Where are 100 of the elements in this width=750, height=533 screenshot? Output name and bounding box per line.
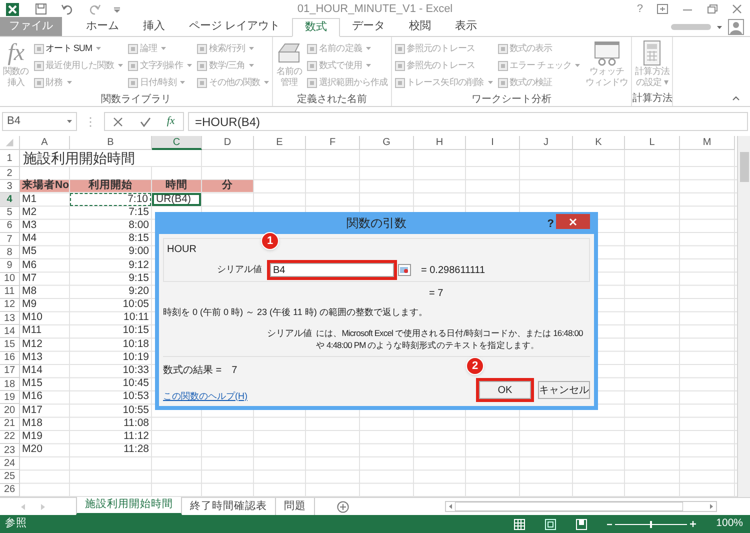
command-icon [34, 60, 44, 70]
zoom-in-icon[interactable] [690, 521, 696, 527]
table-cell-text: M8 [21, 286, 38, 298]
page-break-icon[interactable] [576, 518, 588, 530]
collapse-ribbon-icon[interactable] [732, 95, 740, 101]
insert-function-button[interactable]: fx [166, 113, 175, 130]
column-header[interactable]: J [520, 136, 573, 150]
table-cell-text: 11:28 [122, 444, 150, 456]
function-result: = 7 [429, 287, 444, 301]
caret-icon[interactable] [717, 26, 722, 28]
row-header[interactable]: 12 [0, 298, 20, 312]
zoom-out-icon[interactable] [607, 522, 612, 526]
save-icon[interactable] [35, 3, 47, 15]
column-header[interactable]: H [414, 136, 466, 150]
table-cell-text: M14 [21, 364, 44, 377]
name-box[interactable]: B4 [2, 112, 77, 131]
ribbon-tab[interactable]: ホーム [74, 17, 131, 36]
ribbon-tab[interactable]: データ [340, 17, 398, 36]
column-header[interactable]: C [152, 136, 202, 150]
column-header[interactable]: G [360, 136, 414, 150]
ribbon-tab[interactable]: ページ レイアウト [177, 17, 292, 36]
check-icon[interactable] [140, 116, 151, 126]
ribbon-command[interactable]: オート SUM [34, 40, 124, 57]
row-header[interactable]: 13 [0, 312, 20, 326]
table-cell-text: M7 [21, 272, 38, 285]
vertical-scrollbar[interactable] [737, 136, 750, 497]
row-header[interactable]: 14 [0, 325, 20, 338]
restore-icon[interactable] [707, 4, 718, 14]
column-header[interactable]: D [202, 136, 254, 150]
ribbon-tab[interactable]: 数式 [292, 18, 340, 37]
scroll-left-icon[interactable] [448, 503, 453, 510]
zoom-level: 100% [716, 516, 743, 532]
row-header[interactable]: 25 [0, 470, 20, 484]
page-layout-icon[interactable] [545, 518, 556, 530]
row-header[interactable]: 10 [0, 272, 20, 286]
table-cell-text: M13 [21, 352, 44, 364]
ribbon-tab[interactable]: 挿入 [131, 17, 177, 36]
row-header[interactable]: 18 [0, 378, 20, 392]
row-header[interactable]: 2 [0, 167, 20, 180]
resize-handle-icon[interactable] [89, 116, 92, 128]
row-header[interactable]: 24 [0, 457, 20, 470]
undo-icon[interactable] [61, 3, 73, 15]
table-cell: UR(B4) [152, 193, 201, 206]
row-header[interactable]: 15 [0, 338, 20, 352]
row-header[interactable]: 7 [0, 232, 20, 246]
column-header[interactable]: I [466, 136, 520, 150]
help-button[interactable]: ? [547, 216, 554, 232]
horizontal-scrollbar[interactable] [445, 501, 717, 512]
table-cell-text: 9:20 [128, 286, 150, 298]
sheet-title: 施設利用開始時間 [23, 148, 135, 168]
row-header[interactable]: 19 [0, 391, 20, 404]
ribbon-options-icon[interactable] [657, 4, 668, 14]
scroll-thumb-icon[interactable] [740, 152, 748, 182]
table-cell-text: M4 [21, 232, 38, 246]
table-cell-text: M1 [21, 193, 38, 206]
slider-thumb[interactable] [650, 520, 652, 528]
row-header[interactable]: 4 [0, 193, 20, 207]
field-label: シリアル値 [216, 263, 263, 276]
caret-icon[interactable] [67, 120, 72, 123]
scroll-thumb-icon[interactable] [455, 502, 683, 511]
row-header[interactable]: 26 [0, 484, 20, 497]
row-header[interactable]: 9 [0, 259, 20, 272]
column-header[interactable]: K [573, 136, 625, 150]
close-button[interactable] [556, 214, 590, 229]
customize-caret-icon[interactable] [113, 5, 121, 13]
table-cell-text: M20 [21, 444, 44, 456]
dialog-button[interactable]: OK [479, 381, 531, 399]
collapse-dialog-icon[interactable] [398, 264, 411, 276]
row-header[interactable]: 23 [0, 444, 20, 458]
row-header[interactable]: 8 [0, 246, 20, 260]
column-header[interactable]: L [625, 136, 680, 150]
column-header[interactable]: E [254, 136, 306, 150]
formula-field[interactable]: =HOUR(B4) [188, 112, 748, 131]
cancel-icon[interactable] [113, 116, 124, 126]
table-cell-text: M19 [21, 430, 44, 443]
help-button[interactable]: ? [636, 0, 643, 18]
input-field[interactable]: B4 [270, 263, 394, 277]
column-header[interactable]: F [306, 136, 360, 150]
row-header[interactable]: 5 [0, 206, 20, 220]
row-header[interactable]: 20 [0, 404, 20, 418]
normal-view-icon[interactable] [514, 518, 526, 530]
row-header[interactable]: 21 [0, 418, 20, 431]
table-cell-text: 9:12 [128, 259, 150, 272]
row-header[interactable]: 11 [0, 286, 20, 299]
avatar-icon[interactable] [728, 19, 744, 35]
row-header[interactable]: 16 [0, 352, 20, 365]
help-link[interactable]: この関数のヘルプ(H) [163, 390, 248, 403]
row-header[interactable]: 6 [0, 220, 20, 233]
dialog-button[interactable]: キャンセル [538, 381, 590, 399]
sheet-tab[interactable]: 施設利用開始時間 [76, 497, 182, 515]
row-header[interactable]: 17 [0, 364, 20, 378]
column-header[interactable]: M [680, 136, 735, 150]
scroll-right-icon[interactable] [709, 503, 714, 510]
ribbon-tab[interactable]: 校閲 [397, 17, 444, 36]
caret-icon [249, 64, 254, 67]
ribbon-tab[interactable]: 表示 [443, 17, 490, 36]
add-sheet-icon[interactable] [337, 500, 349, 512]
redo-icon[interactable] [89, 3, 101, 15]
close-icon[interactable] [732, 4, 742, 14]
row-header[interactable]: 22 [0, 430, 20, 444]
